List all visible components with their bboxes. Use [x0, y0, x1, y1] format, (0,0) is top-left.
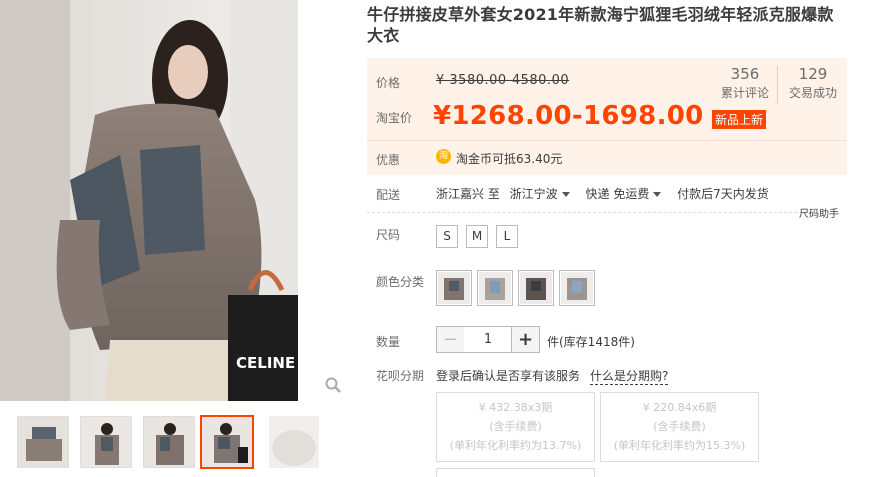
shipping-divider: [367, 212, 797, 213]
plan-amount: ¥ 432.38x3期: [478, 401, 553, 414]
installment-login-note: 登录后确认是否享有该服务: [436, 369, 581, 383]
price-panel: 价格 ¥ 3580.00-4580.00 356 累计评论 129 交易成功 淘…: [367, 58, 847, 175]
reviews-count: 356: [730, 65, 760, 83]
thumbnail-3[interactable]: [143, 416, 195, 468]
plan-fee: (含手续费): [489, 420, 542, 433]
stock-info: 件(库存1418件): [547, 335, 635, 349]
plan-fee: (含手续费): [653, 420, 706, 433]
quantity-label: 数量: [376, 335, 401, 349]
taobao-coin-icon: 淘: [436, 149, 451, 164]
color-option-2[interactable]: [477, 270, 513, 306]
stats-divider: [777, 66, 778, 104]
trades-count: 129: [798, 65, 828, 83]
thumbnail-2[interactable]: [80, 416, 132, 468]
price-label: 价格: [376, 76, 401, 90]
shipping-method[interactable]: 快递 免运费: [586, 187, 650, 201]
color-label: 颜色分类: [376, 275, 425, 289]
installment-plan-3[interactable]: ¥ 432.38x3期 (含手续费) (单利年化利率约为13.7%): [436, 392, 595, 462]
size-helper-link[interactable]: 尺码助手: [799, 205, 839, 220]
thumbnail-1[interactable]: [17, 416, 69, 468]
reviews-label: 累计评论: [720, 86, 769, 100]
shipping-row: 浙江嘉兴 至 浙江宁波 快递 免运费 付款后7天内发货: [436, 185, 769, 202]
installment-help-link[interactable]: 什么是分期购?: [590, 367, 669, 385]
color-option-4[interactable]: [559, 270, 595, 306]
thumbnail-4[interactable]: [200, 415, 254, 469]
chevron-down-icon[interactable]: [561, 192, 570, 197]
reviews-stat[interactable]: 356 累计评论: [719, 65, 771, 101]
zoom-icon[interactable]: [324, 376, 342, 394]
installment-label: 花呗分期: [376, 369, 425, 383]
promo-text: 淘金币可抵63.40元: [456, 152, 563, 166]
installment-plan-6[interactable]: ¥ 220.84x6期 (含手续费) (单利年化利率约为15.3%): [600, 392, 759, 462]
quantity-decrease-button[interactable]: −: [436, 326, 465, 353]
shipping-destination[interactable]: 浙江宁波: [510, 187, 558, 201]
color-option-3[interactable]: [518, 270, 554, 306]
quantity-input[interactable]: 1: [464, 326, 512, 353]
plan-amount: ¥ 220.84x6期: [642, 401, 717, 414]
product-title: 牛仔拼接皮草外套女2021年新款海宁狐狸毛羽绒年轻派克服爆款大衣: [367, 5, 834, 45]
trades-stat[interactable]: 129 交易成功: [785, 65, 841, 101]
bag-logo-text: CELINE: [236, 354, 295, 372]
price-divider: [367, 140, 847, 141]
thumbnail-strip: [0, 412, 320, 477]
color-option-1[interactable]: [436, 270, 472, 306]
taobao-price: ¥1268.00-1698.00: [433, 101, 704, 131]
shipping-from: 浙江嘉兴 至: [436, 187, 500, 201]
original-price: ¥ 3580.00-4580.00: [436, 73, 570, 88]
main-product-image[interactable]: CELINE: [0, 0, 298, 401]
quantity-increase-button[interactable]: +: [511, 326, 540, 353]
plan-rate: (单利年化利率约为13.7%): [449, 439, 582, 452]
size-option-l[interactable]: L: [496, 225, 518, 248]
taobao-price-label: 淘宝价: [376, 111, 413, 125]
new-arrival-badge: 新品上新: [712, 110, 767, 129]
chevron-down-icon[interactable]: [653, 192, 662, 197]
size-option-s[interactable]: S: [436, 225, 458, 248]
plan-rate: (单利年化利率约为15.3%): [613, 439, 746, 452]
shipping-label: 配送: [376, 188, 401, 202]
size-option-m[interactable]: M: [466, 225, 488, 248]
installment-plan-more[interactable]: [436, 468, 595, 477]
size-label: 尺码: [376, 228, 401, 242]
promo-label: 优惠: [376, 153, 401, 167]
thumbnail-5[interactable]: [269, 416, 319, 468]
trades-label: 交易成功: [788, 86, 837, 100]
dispatch-time: 付款后7天内发货: [677, 187, 769, 201]
